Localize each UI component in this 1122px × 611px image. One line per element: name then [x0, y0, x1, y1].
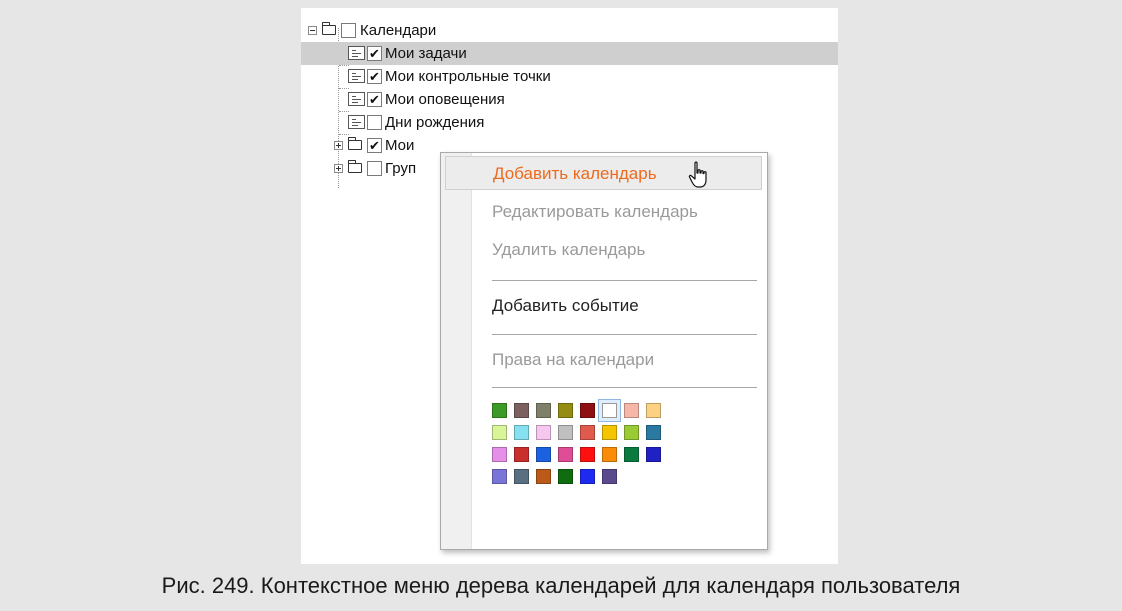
color-swatch[interactable]: [492, 447, 507, 462]
color-swatch[interactable]: [536, 425, 551, 440]
tree-checkbox[interactable]: [367, 161, 382, 176]
menu-item-label: Редактировать календарь: [492, 202, 698, 221]
tree-node-label: Мои: [385, 137, 415, 154]
color-swatch[interactable]: [624, 425, 639, 440]
folder-icon: [347, 137, 362, 150]
calendar-list-icon: [348, 46, 365, 60]
color-swatch[interactable]: [624, 447, 639, 462]
color-swatch[interactable]: [514, 425, 529, 440]
color-swatch[interactable]: [580, 469, 595, 484]
menu-separator: [492, 280, 757, 281]
calendar-list-icon: [348, 92, 365, 106]
tree-node-label: Дни рождения: [385, 114, 485, 131]
tree-checkbox[interactable]: ✔: [367, 92, 382, 107]
tree-node-my-notifications[interactable]: ✔ Мои оповещения: [301, 88, 838, 111]
tree-node-label: Мои задачи: [385, 45, 467, 62]
calendar-list-icon: [348, 69, 365, 83]
folder-icon: [347, 160, 362, 173]
color-swatch[interactable]: [646, 403, 661, 418]
hand-pointer-icon: [688, 161, 707, 188]
tree-node-birthdays[interactable]: Дни рождения: [301, 111, 838, 134]
menu-item-add-event[interactable]: Добавить событие: [445, 289, 762, 323]
expand-toggle-icon[interactable]: [334, 141, 343, 150]
tree-node-label: Груп: [385, 160, 417, 177]
tree-node-calendars[interactable]: Календари: [301, 19, 838, 42]
tree-node-label: Мои оповещения: [385, 91, 505, 108]
screenshot-panel: Календари ✔ Мои задачи ✔ Мои контрольные…: [301, 8, 838, 564]
tree-checkbox[interactable]: ✔: [367, 138, 382, 153]
color-swatch[interactable]: [492, 403, 507, 418]
context-menu: Добавить календарь Редактировать календа…: [440, 152, 768, 550]
menu-item-add-calendar[interactable]: Добавить календарь: [445, 156, 762, 190]
color-swatch[interactable]: [602, 469, 617, 484]
color-swatch[interactable]: [492, 469, 507, 484]
tree-checkbox[interactable]: ✔: [367, 46, 382, 61]
menu-item-calendar-rights[interactable]: Права на календари: [445, 343, 762, 377]
tree-node-label: Мои контрольные точки: [385, 68, 551, 85]
color-swatch[interactable]: [602, 425, 617, 440]
color-swatch[interactable]: [602, 447, 617, 462]
color-swatch[interactable]: [580, 447, 595, 462]
color-swatch[interactable]: [646, 447, 661, 462]
menu-separator: [492, 387, 757, 388]
menu-item-edit-calendar[interactable]: Редактировать календарь: [445, 195, 762, 229]
color-swatch[interactable]: [602, 403, 617, 418]
tree-node-label: Календари: [360, 22, 437, 39]
menu-item-delete-calendar[interactable]: Удалить календарь: [445, 233, 762, 267]
color-swatch[interactable]: [492, 425, 507, 440]
menu-item-label: Удалить календарь: [492, 240, 646, 259]
figure-caption: Рис. 249. Контекстное меню дерева календ…: [161, 573, 961, 598]
color-swatch[interactable]: [536, 447, 551, 462]
tree-checkbox[interactable]: [341, 23, 356, 38]
menu-item-label: Добавить событие: [492, 296, 639, 315]
collapse-toggle-icon[interactable]: [308, 26, 317, 35]
color-swatch[interactable]: [514, 469, 529, 484]
color-swatch[interactable]: [536, 469, 551, 484]
color-swatch[interactable]: [580, 403, 595, 418]
menu-item-label: Добавить календарь: [493, 164, 657, 183]
menu-item-label: Права на календари: [492, 350, 655, 369]
color-swatch[interactable]: [558, 469, 573, 484]
tree-checkbox[interactable]: [367, 115, 382, 130]
color-swatch[interactable]: [536, 403, 551, 418]
tree-checkbox[interactable]: ✔: [367, 69, 382, 84]
color-swatch[interactable]: [580, 425, 595, 440]
expand-toggle-icon[interactable]: [334, 164, 343, 173]
color-swatch[interactable]: [558, 447, 573, 462]
folder-open-icon: [321, 22, 336, 35]
calendar-list-icon: [348, 115, 365, 129]
color-swatch[interactable]: [558, 425, 573, 440]
color-swatch[interactable]: [624, 403, 639, 418]
color-swatch[interactable]: [514, 447, 529, 462]
color-swatch[interactable]: [646, 425, 661, 440]
color-swatch[interactable]: [558, 403, 573, 418]
menu-separator: [492, 334, 757, 335]
color-swatch[interactable]: [514, 403, 529, 418]
tree-node-my-tasks[interactable]: ✔ Мои задачи: [301, 42, 838, 65]
tree-node-my-milestones[interactable]: ✔ Мои контрольные точки: [301, 65, 838, 88]
